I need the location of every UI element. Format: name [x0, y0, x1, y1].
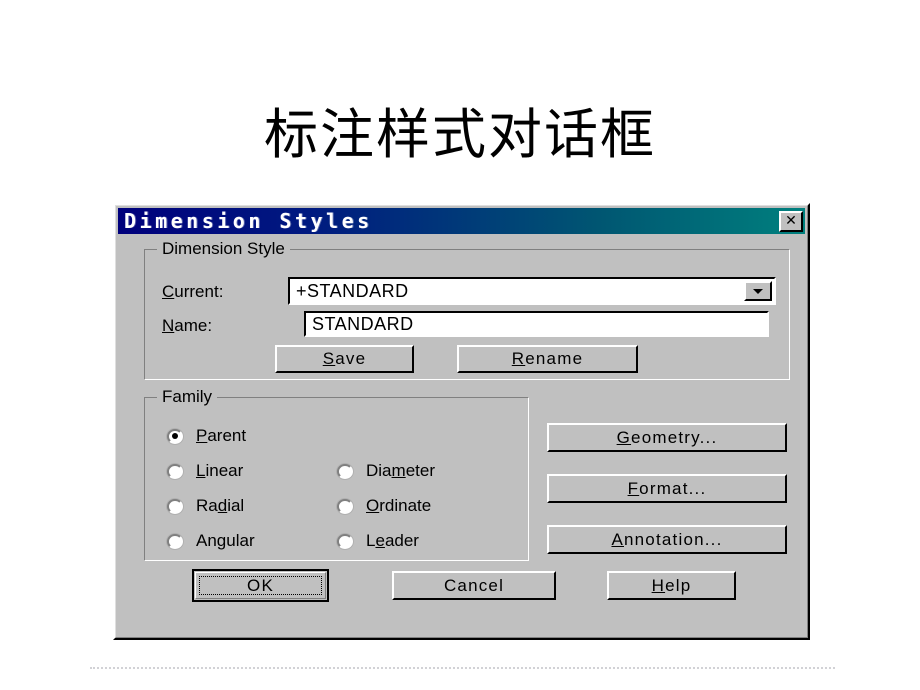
help-button-label: elp [665, 575, 692, 595]
current-style-value: +STANDARD [296, 280, 409, 301]
dimension-styles-dialog: Dimension Styles ✕ Dimension Style Curre… [113, 203, 810, 640]
radio-ordinate-dot [342, 503, 348, 509]
radio-angular-label: Angular [196, 531, 255, 550]
geometry-button[interactable]: Geometry... [547, 423, 787, 452]
radio-angular-dot [172, 538, 178, 544]
format-button[interactable]: Format... [547, 474, 787, 503]
geometry-button-mnemonic: G [616, 427, 632, 447]
radio-angular-mark [167, 533, 183, 549]
current-style-dropdown-button[interactable] [744, 281, 772, 301]
format-button-label: ormat... [639, 478, 707, 498]
radio-parent-mark [167, 428, 183, 444]
radio-parent[interactable]: Parent [167, 426, 246, 446]
radio-diameter-dot [342, 468, 348, 474]
family-group-legend: Family [157, 387, 218, 407]
ok-button-face: OK [195, 572, 326, 599]
radio-ordinate-mark [337, 498, 353, 514]
dialog-titlebar: Dimension Styles ✕ [118, 208, 805, 234]
geometry-button-label: eometry... [631, 427, 718, 447]
name-label-mnemonic: N [162, 316, 175, 335]
cancel-button-label: Cancel [443, 575, 505, 595]
radio-ordinate[interactable]: Ordinate [337, 496, 431, 516]
save-button[interactable]: Save [275, 345, 414, 373]
radio-radial-mark [167, 498, 183, 514]
radio-linear-mark [167, 463, 183, 479]
current-label-rest: urrent: [174, 282, 224, 301]
ok-button[interactable]: OK [192, 569, 329, 602]
radio-diameter[interactable]: Diameter [337, 461, 435, 481]
radio-leader[interactable]: Leader [337, 531, 419, 551]
close-icon: ✕ [785, 213, 797, 229]
current-style-combobox[interactable]: +STANDARD [288, 277, 776, 305]
radio-parent-label: Parent [196, 426, 247, 445]
current-label: Current: [162, 282, 223, 302]
save-button-mnemonic: S [322, 349, 336, 368]
radio-diameter-label: Diameter [366, 461, 435, 480]
radio-leader-label: Leader [366, 531, 419, 550]
radio-linear-label: Linear [196, 461, 244, 480]
name-input-value: STANDARD [312, 313, 414, 334]
radio-radial-dot [172, 503, 178, 509]
rename-button-mnemonic: R [511, 349, 526, 368]
dimension-style-group-legend: Dimension Style [157, 239, 290, 259]
current-label-mnemonic: C [162, 282, 175, 301]
radio-leader-mark [337, 533, 353, 549]
radio-linear[interactable]: Linear [167, 461, 243, 481]
radio-parent-dot [172, 433, 178, 439]
name-label: Name: [162, 316, 212, 336]
help-button-mnemonic: H [651, 575, 666, 595]
annotation-button-mnemonic: A [611, 529, 624, 549]
annotation-button[interactable]: Annotation... [547, 525, 787, 554]
ok-button-label: OK [199, 576, 322, 595]
rename-button-label: ename [525, 349, 584, 368]
radio-leader-dot [342, 538, 348, 544]
radio-diameter-mark [337, 463, 353, 479]
help-button[interactable]: Help [607, 571, 736, 600]
name-input[interactable]: STANDARD [304, 311, 769, 337]
save-button-label: ave [335, 349, 367, 368]
chevron-down-icon [753, 288, 763, 294]
name-label-rest: ame: [174, 316, 213, 335]
rename-button[interactable]: Rename [457, 345, 638, 373]
radio-angular[interactable]: Angular [167, 531, 255, 551]
radio-ordinate-label: Ordinate [366, 496, 432, 515]
radio-linear-dot [172, 468, 178, 474]
radio-radial[interactable]: Radial [167, 496, 244, 516]
cancel-button[interactable]: Cancel [392, 571, 556, 600]
annotation-button-label: nnotation... [624, 529, 723, 549]
page-title: 标注样式对话框 [264, 103, 656, 166]
radio-radial-label: Radial [196, 496, 245, 515]
dialog-title-text: Dimension Styles [124, 209, 373, 233]
format-button-mnemonic: F [627, 478, 640, 498]
slide-footer-divider [90, 667, 835, 669]
close-button[interactable]: ✕ [779, 210, 803, 232]
